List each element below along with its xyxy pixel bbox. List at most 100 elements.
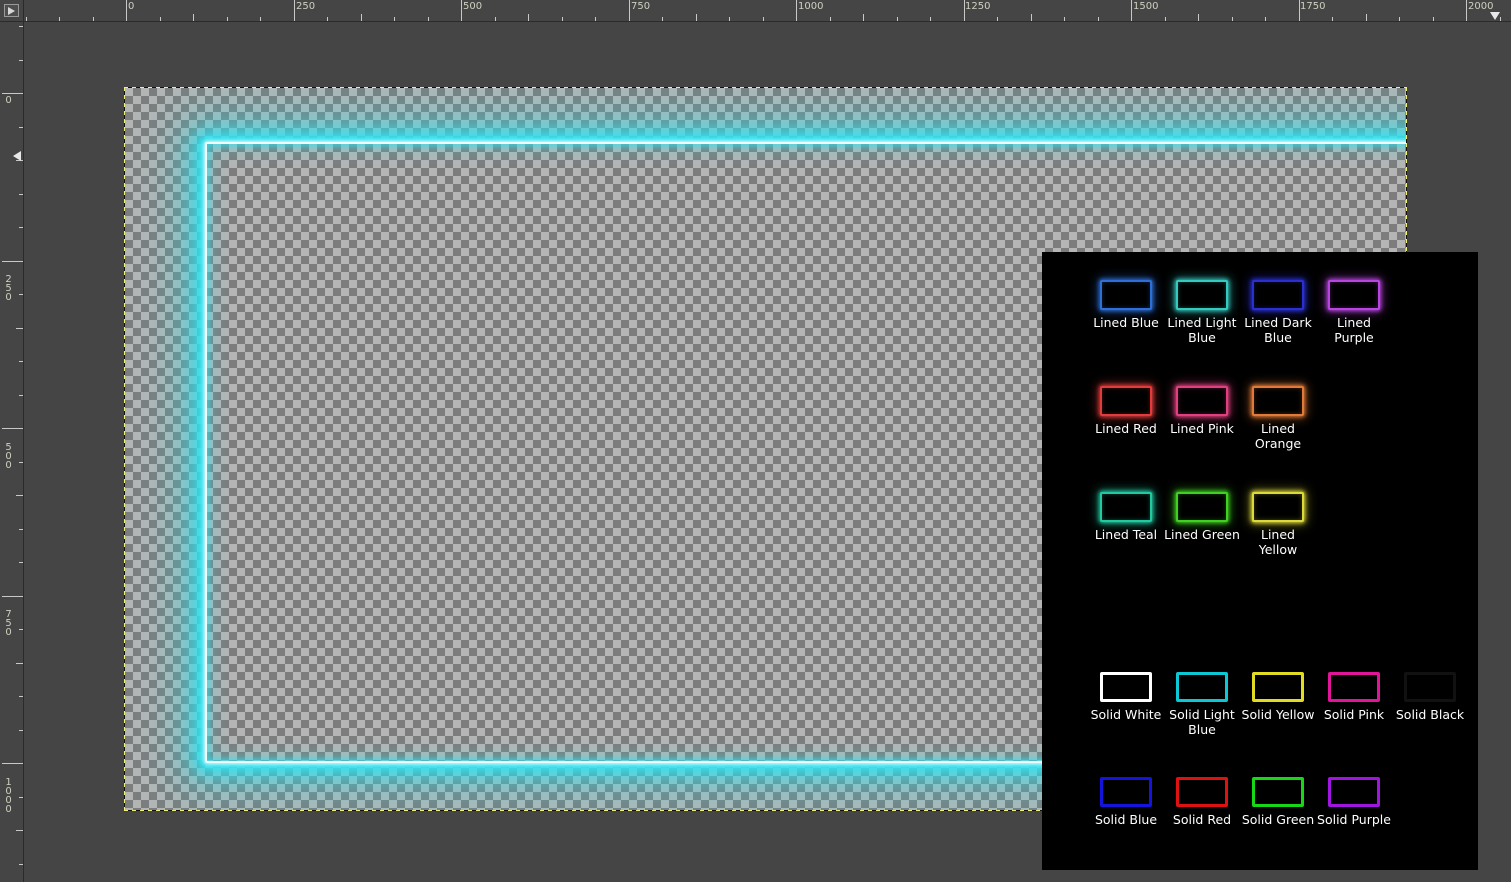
swatch-preview[interactable] bbox=[1100, 492, 1152, 522]
ruler-tick-label: 1250 bbox=[963, 1, 990, 12]
swatch-lined-purple[interactable]: Lined Purple bbox=[1316, 280, 1392, 345]
ruler-tick bbox=[1198, 14, 1199, 21]
ruler-tick bbox=[394, 17, 395, 21]
ruler-tick bbox=[495, 17, 496, 21]
ruler-tick bbox=[1232, 17, 1233, 21]
vertical-ruler[interactable]: 02505007501000 bbox=[0, 22, 24, 882]
swatch-preview[interactable] bbox=[1252, 386, 1304, 416]
swatch-row: Solid Blue Solid Red Solid GreenSolid Purp… bbox=[1042, 777, 1478, 827]
swatch-lined-pink[interactable]: Lined Pink bbox=[1164, 386, 1240, 436]
ruler-tick bbox=[19, 60, 23, 61]
ruler-tick bbox=[19, 26, 23, 27]
swatch-label: Solid Pink bbox=[1324, 707, 1384, 722]
swatch-row: Lined BlueLined Light BlueLined Dark Blu… bbox=[1042, 280, 1478, 345]
swatch-preview[interactable] bbox=[1404, 672, 1456, 702]
swatch-row: Solid WhiteSolid Light BlueSolid Yellow S… bbox=[1042, 672, 1478, 737]
ruler-tick-label: 1750 bbox=[1298, 1, 1325, 12]
swatch-preview[interactable] bbox=[1328, 280, 1380, 310]
ruler-tick bbox=[1399, 17, 1400, 21]
swatch-label: Solid Red bbox=[1173, 812, 1231, 827]
ruler-tick-label: 1000 bbox=[4, 777, 13, 813]
ruler-tick bbox=[930, 17, 931, 21]
swatch-lined-yellow[interactable]: Lined Yellow bbox=[1240, 492, 1316, 557]
swatch-lined-blue[interactable]: Lined Blue bbox=[1088, 280, 1164, 330]
ruler-tick bbox=[2, 93, 23, 94]
swatch-preview[interactable] bbox=[1176, 386, 1228, 416]
ruler-tick bbox=[19, 294, 23, 295]
ruler-tick-label: 500 bbox=[4, 442, 13, 469]
swatch-solid-light-blue[interactable]: Solid Light Blue bbox=[1164, 672, 1240, 737]
ruler-tick bbox=[19, 696, 23, 697]
ruler-tick bbox=[19, 797, 23, 798]
ruler-tick bbox=[19, 529, 23, 530]
swatch-solid-red[interactable]: Solid Red bbox=[1164, 777, 1240, 827]
ruler-origin-icon[interactable] bbox=[0, 0, 24, 22]
ruler-tick bbox=[2, 763, 23, 764]
ruler-tick bbox=[562, 17, 563, 21]
ruler-tick-label: 750 bbox=[629, 1, 650, 12]
swatch-solid-black[interactable]: Solid Black bbox=[1392, 672, 1468, 722]
swatch-label: Lined Dark Blue bbox=[1240, 315, 1316, 345]
swatch-preview[interactable] bbox=[1176, 777, 1228, 807]
swatch-preview[interactable] bbox=[1100, 672, 1152, 702]
horizontal-ruler[interactable]: 025050075010001250150017502000 bbox=[24, 0, 1511, 22]
ruler-tick bbox=[1031, 14, 1032, 21]
ruler-tick bbox=[1064, 17, 1065, 21]
swatch-lined-red[interactable]: Lined Red bbox=[1088, 386, 1164, 436]
ruler-tick bbox=[428, 17, 429, 21]
ruler-tick bbox=[2, 428, 23, 429]
ruler-tick-label: 1500 bbox=[1131, 1, 1158, 12]
swatch-preview[interactable] bbox=[1176, 492, 1228, 522]
swatch-preview[interactable] bbox=[1252, 492, 1304, 522]
swatch-preview[interactable] bbox=[1176, 280, 1228, 310]
swatch-solid-purple[interactable]: Solid Purple bbox=[1316, 777, 1392, 827]
swatch-label: Solid White bbox=[1091, 707, 1162, 722]
ruler-tick-label: 2000 bbox=[1466, 1, 1493, 12]
ruler-tick bbox=[1433, 17, 1434, 21]
swatch-lined-teal[interactable]: Lined Teal bbox=[1088, 492, 1164, 542]
ruler-tick bbox=[1500, 17, 1501, 21]
swatch-lined-orange[interactable]: Lined Orange bbox=[1240, 386, 1316, 451]
color-swatch-panel[interactable]: Lined BlueLined Light BlueLined Dark Blu… bbox=[1042, 252, 1478, 870]
ruler-tick bbox=[93, 17, 94, 21]
ruler-tick bbox=[696, 14, 697, 21]
swatch-label: Solid Black bbox=[1396, 707, 1464, 722]
ruler-tick bbox=[19, 194, 23, 195]
row-spacer bbox=[1042, 345, 1478, 386]
swatch-solid-white[interactable]: Solid White bbox=[1088, 672, 1164, 722]
row-spacer bbox=[1042, 737, 1478, 777]
swatch-preview[interactable] bbox=[1100, 777, 1152, 807]
swatch-preview[interactable] bbox=[1328, 777, 1380, 807]
ruler-tick-label: 500 bbox=[461, 1, 482, 12]
swatch-solid-green[interactable]: Solid Green bbox=[1240, 777, 1316, 827]
ruler-tick bbox=[16, 328, 23, 329]
swatch-solid-pink[interactable]: Solid Pink bbox=[1316, 672, 1392, 722]
swatch-preview[interactable] bbox=[1252, 672, 1304, 702]
swatch-lined-green[interactable]: Lined Green bbox=[1164, 492, 1240, 542]
swatch-solid-yellow[interactable]: Solid Yellow bbox=[1240, 672, 1316, 722]
ruler-tick bbox=[327, 17, 328, 21]
swatch-preview[interactable] bbox=[1252, 280, 1304, 310]
ruler-tick bbox=[863, 14, 864, 21]
swatch-label: Solid Blue bbox=[1095, 812, 1157, 827]
swatch-preview[interactable] bbox=[1252, 777, 1304, 807]
ruler-tick bbox=[662, 17, 663, 21]
ruler-tick bbox=[19, 227, 23, 228]
swatch-preview[interactable] bbox=[1176, 672, 1228, 702]
ruler-tick-label: 1000 bbox=[796, 1, 823, 12]
swatch-solid-blue[interactable]: Solid Blue bbox=[1088, 777, 1164, 827]
swatch-preview[interactable] bbox=[1328, 672, 1380, 702]
swatch-lined-light-blue[interactable]: Lined Light Blue bbox=[1164, 280, 1240, 345]
ruler-tick bbox=[19, 361, 23, 362]
swatch-label: Lined Light Blue bbox=[1164, 315, 1240, 345]
swatch-label: Lined Yellow bbox=[1240, 527, 1316, 557]
ruler-tick bbox=[1098, 17, 1099, 21]
ruler-tick bbox=[830, 17, 831, 21]
ruler-tick bbox=[361, 14, 362, 21]
ruler-tick bbox=[260, 17, 261, 21]
swatch-lined-dark-blue[interactable]: Lined Dark Blue bbox=[1240, 280, 1316, 345]
swatch-preview[interactable] bbox=[1100, 280, 1152, 310]
ruler-tick bbox=[160, 17, 161, 21]
swatch-preview[interactable] bbox=[1100, 386, 1152, 416]
swatch-label: Solid Light Blue bbox=[1164, 707, 1240, 737]
